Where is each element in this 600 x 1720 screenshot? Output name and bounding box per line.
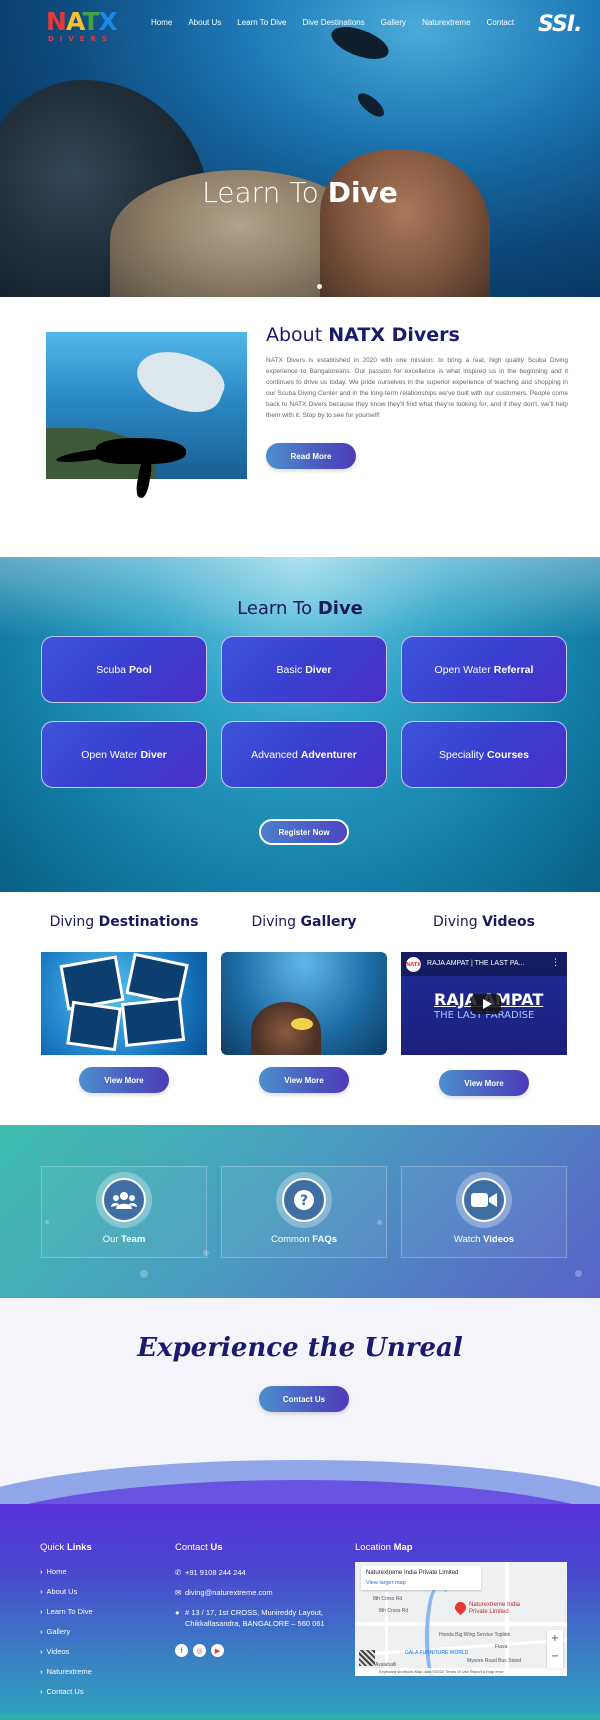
play-icon[interactable]	[471, 994, 501, 1014]
experience-title: Experience the Unreal	[137, 1333, 463, 1363]
nav-learn-to-dive[interactable]: Learn To Dive	[237, 18, 286, 27]
top-nav: NATX DIVERS Home About Us Learn To Dive …	[0, 0, 600, 50]
destinations-image[interactable]	[41, 952, 207, 1055]
videos-label[interactable]: Watch Videos	[401, 1234, 567, 1245]
team-label[interactable]: Our Team	[41, 1234, 207, 1245]
facebook-icon[interactable]: f	[175, 1644, 188, 1657]
manta-ray-shape	[129, 339, 231, 423]
course-card-open-water-referral[interactable]: Open Water Referral	[401, 636, 567, 703]
envelope-icon: ✉	[175, 1588, 182, 1597]
video-camera-icon	[471, 1193, 497, 1207]
more-options-icon[interactable]: ⋮	[551, 958, 560, 968]
course-card-basic-diver[interactable]: Basic Diver	[221, 636, 387, 703]
footer-link-about-us[interactable]: About Us	[40, 1587, 78, 1596]
water-light	[0, 557, 600, 637]
nav-naturextreme[interactable]: Naturextreme	[422, 18, 470, 27]
instagram-icon[interactable]: ◎	[193, 1644, 206, 1657]
register-now-button[interactable]: Register Now	[259, 819, 349, 845]
main-menu: Home About Us Learn To Dive Dive Destina…	[151, 18, 514, 27]
location-map-heading: Location Map	[355, 1542, 413, 1553]
logo-subtitle: DIVERS	[48, 35, 114, 43]
about-text: NATX Divers is established in 2020 with …	[266, 357, 568, 419]
map-attribution: Keyboard shortcuts Map data ©2022 Terms …	[355, 1668, 567, 1676]
phone-icon: ✆	[175, 1568, 182, 1577]
footer-link-gallery[interactable]: Gallery	[40, 1627, 71, 1636]
videos-icon-circle[interactable]	[456, 1172, 512, 1228]
videos-title: Diving Videos	[433, 914, 535, 930]
nav-contact[interactable]: Contact	[487, 18, 515, 27]
question-icon: ?	[294, 1190, 314, 1210]
map-info-card: Naturextreme India Private Limited View …	[361, 1566, 481, 1590]
about-title: About NATX Divers	[266, 324, 460, 346]
contact-phone[interactable]: ✆ +91 9108 244 244	[175, 1567, 246, 1578]
bottom-bar	[0, 1714, 600, 1720]
hero-title: Learn To Dive	[202, 176, 398, 209]
video-name[interactable]: RAJA AMPAT | THE LAST PA...	[427, 960, 525, 967]
nav-dive-destinations[interactable]: Dive Destinations	[302, 18, 364, 27]
destinations-title: Diving Destinations	[49, 914, 199, 930]
footer-link-videos[interactable]: Videos	[40, 1647, 70, 1656]
location-pin-icon: ●	[175, 1608, 180, 1617]
quick-links-heading: Quick Links	[40, 1542, 92, 1553]
gallery-image[interactable]	[221, 952, 387, 1055]
nav-gallery[interactable]: Gallery	[381, 18, 406, 27]
learn-section-title: Learn To Dive	[237, 598, 363, 619]
course-card-speciality-courses[interactable]: Speciality Courses	[401, 721, 567, 788]
logo-wordmark: NATX	[46, 7, 118, 36]
nav-about-us[interactable]: About Us	[188, 18, 221, 27]
contact-email[interactable]: ✉ diving@naturextreme.com	[175, 1587, 273, 1598]
faqs-label[interactable]: Common FAQs	[221, 1234, 387, 1245]
gallery-view-more-button[interactable]: View More	[259, 1067, 349, 1093]
diver-silhouette-image	[55, 432, 196, 499]
contact-us-button[interactable]: Contact Us	[259, 1386, 349, 1412]
gallery-title: Diving Gallery	[251, 914, 357, 930]
course-card-scuba-pool[interactable]: Scuba Pool	[41, 636, 207, 703]
videos-view-more-button[interactable]: View More	[439, 1070, 529, 1096]
footer-link-contact-us[interactable]: Contact Us	[40, 1687, 84, 1696]
destinations-view-more-button[interactable]: View More	[79, 1067, 169, 1093]
map-pin-label: Naturextreme India Private Limited	[469, 1602, 521, 1615]
footer-link-home[interactable]: Home	[40, 1567, 67, 1576]
contact-heading: Contact Us	[175, 1542, 223, 1553]
youtube-icon[interactable]: ▶	[211, 1644, 224, 1657]
course-card-advanced-adventurer[interactable]: Advanced Adventurer	[221, 721, 387, 788]
ssi-logo[interactable]: SSI.	[538, 12, 582, 37]
read-more-button[interactable]: Read More	[266, 443, 356, 469]
team-icon-circle[interactable]	[96, 1172, 152, 1228]
map-thumbnail	[359, 1650, 375, 1666]
map-pin-icon[interactable]	[452, 1599, 469, 1616]
contact-address: ● # 13 / 17, 1st CROSS, Munireddy Layout,…	[175, 1608, 325, 1628]
footer-link-naturextreme[interactable]: Naturextreme	[40, 1667, 92, 1676]
faqs-icon-circle[interactable]: ?	[276, 1172, 332, 1228]
natx-logo[interactable]: NATX DIVERS	[46, 7, 122, 44]
map-zoom-control[interactable]: + −	[547, 1630, 563, 1668]
users-icon	[111, 1192, 137, 1209]
video-embed[interactable]: NATX RAJA AMPAT | THE LAST PA... ⋮ RAJA …	[401, 952, 567, 1055]
course-card-open-water-diver[interactable]: Open Water Diver	[41, 721, 207, 788]
channel-logo: NATX	[406, 957, 421, 972]
map-place-name: Naturextreme India Private Limited	[366, 1570, 459, 1576]
footer-link-learn-to-dive[interactable]: Learn To Dive	[40, 1607, 93, 1616]
slider-dot[interactable]	[317, 284, 322, 289]
svg-text:?: ?	[300, 1193, 308, 1209]
location-map[interactable]: Naturextreme India Private Limited View …	[355, 1562, 567, 1676]
nav-home[interactable]: Home	[151, 18, 172, 27]
view-larger-map-link[interactable]: View larger map	[366, 1580, 406, 1586]
